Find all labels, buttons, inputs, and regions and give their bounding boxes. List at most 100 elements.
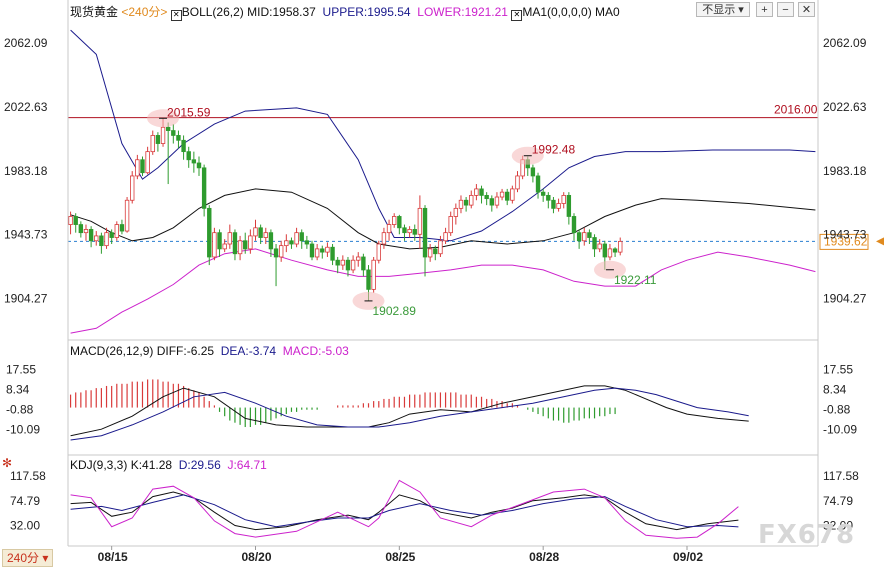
candle-body [386,224,392,234]
candle [551,197,556,214]
candle [140,156,145,176]
candle-body [607,248,613,258]
macd-label: MACD(26,12,9) [70,344,154,358]
candle [99,232,104,254]
price-tick-right: 2062.09 [823,36,867,50]
candle-body [165,126,171,131]
x-tick-label: 08/25 [385,550,415,564]
kdj-j-value: J:64.71 [227,458,267,472]
candle-body [597,243,602,250]
candle-body [155,135,161,144]
candle-body [171,130,176,136]
candle-body [448,216,453,234]
macd-header: MACD(26,12,9) DIFF:-6.25 DEA:-3.74 MACD:… [70,343,349,359]
candle-body [340,259,346,266]
minimize-button[interactable]: − [777,2,794,17]
kdj-tick-left: 117.58 [10,469,46,483]
candle-body [294,232,299,245]
candle [278,240,284,262]
candle-body [381,232,387,245]
symbol-name: 现货黄金 [70,5,119,19]
candle [494,192,500,209]
candle-body [160,126,166,144]
candle [530,164,536,183]
timeframe-button[interactable]: 240分 ▾ [2,549,54,567]
candle [130,171,135,204]
candle [94,231,99,246]
candle [376,240,381,264]
candle [535,172,541,199]
candle [145,146,150,175]
candle-body [566,194,572,217]
candle-body [243,240,248,250]
boll-upper-line [70,29,816,242]
candle-body [309,243,315,258]
candle-body [330,246,335,261]
candle [510,185,515,204]
ma-indicator-icon: ✕ [511,10,523,21]
candle-body [104,232,109,247]
candle-body [299,232,304,242]
candle [412,224,417,241]
candle [237,235,243,261]
candle [427,244,433,262]
candle [289,237,294,249]
candle [114,221,119,241]
candle-body [196,162,202,169]
candle [361,253,366,277]
candle-body [561,194,566,204]
candle [340,255,346,270]
candle [83,224,89,241]
candle-body [212,232,217,258]
candle-body [417,207,423,235]
candle-body [268,232,274,250]
candle-body [530,167,536,177]
candle-body [68,216,73,225]
candle [371,256,376,293]
ma-label: MA1(0,0,0,0) [522,5,592,19]
candle-body [207,207,212,258]
candle [124,197,130,233]
candle [556,198,561,212]
add-indicator-button[interactable]: + [756,2,773,17]
ma0-label: MA0 [595,5,620,19]
candle-body [130,175,135,201]
resistance-label: 2016.00 [774,103,818,117]
candle [386,219,392,241]
settings-gear-icon[interactable]: ✻ [2,456,12,470]
kdj-d-line [70,494,739,528]
candle [448,211,453,236]
candle [392,213,397,228]
hide-toggle-button[interactable]: 不显示 ▾ [696,2,750,17]
candle-body [253,227,258,237]
candle-body [474,188,479,196]
macd-tick-right: 8.34 [823,383,847,397]
kdj-label: KDJ(9,3,3) [70,458,128,472]
candle-body [289,240,294,245]
candle-body [350,259,356,271]
candle [479,185,484,204]
candle-body [150,135,155,153]
close-indicator-button[interactable]: ✕ [798,2,815,17]
candle-body [443,232,448,242]
candle-body [505,191,510,201]
candle-body [145,151,150,174]
candle-body [135,159,140,177]
x-tick-label: 08/15 [98,550,128,564]
price-tick-right: 1943.73 [823,228,867,242]
x-tick-label: 09/02 [673,550,703,564]
macd-tick-right: 17.55 [823,363,853,377]
candle-body [433,248,438,255]
candle [232,229,238,261]
candle-body [489,198,494,206]
candle [253,219,258,241]
candle-body [314,248,320,258]
kdj-tick-left: 32.00 [10,519,40,533]
candle-body [366,269,371,290]
candle [540,188,546,202]
candle-body [438,240,443,255]
candle-body [335,259,340,266]
macd-panel [69,379,749,441]
candle-body [412,229,417,235]
candle [227,224,233,249]
